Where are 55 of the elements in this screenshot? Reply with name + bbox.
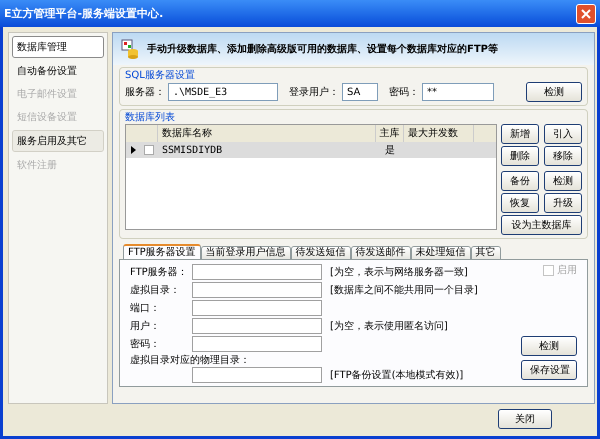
input-field[interactable] [192, 300, 322, 316]
tab[interactable]: 待发送短信 [290, 246, 351, 259]
field-label: 服务器： [125, 86, 165, 98]
input-field[interactable] [192, 336, 322, 352]
header-text: 手动升级数据库、添加删除高级版可用的数据库、设置每个数据库对应的FTP等 [147, 42, 498, 56]
list-button[interactable]: 引入 [544, 124, 582, 144]
tab[interactable]: FTP服务器设置 [123, 244, 201, 259]
group-title: 数据库列表 [125, 112, 175, 123]
group-title: SQL服务器设置 [125, 70, 195, 81]
tab[interactable]: 待发送邮件 [350, 246, 411, 259]
input-field[interactable] [192, 367, 322, 383]
password-field[interactable]: ** [422, 83, 494, 101]
ftp-button[interactable]: 检测 [521, 336, 577, 356]
sidebar-item[interactable]: 自动备份设置 [12, 61, 104, 81]
set-main-button[interactable]: 设为主数据库 [501, 215, 582, 235]
tab[interactable]: 其它 [470, 246, 501, 259]
window-title: E立方管理平台-服务端设置中心. [4, 7, 164, 20]
list-button[interactable]: 新增 [501, 124, 539, 144]
sidebar-item[interactable]: 数据库管理 [12, 36, 104, 58]
list-button[interactable]: 移除 [544, 146, 582, 166]
list-button[interactable]: 删除 [501, 146, 539, 166]
field-label: 虚拟目录： [130, 284, 181, 296]
database-icon [121, 39, 139, 59]
list-button[interactable]: 恢复 [501, 193, 539, 213]
hint-text: [为空，表示与网络服务器一致] [330, 266, 468, 278]
field-label: 密码： [130, 338, 161, 350]
row-checkbox[interactable] [144, 145, 154, 155]
user-field[interactable]: SA [342, 83, 378, 101]
row-pointer-icon [130, 146, 136, 154]
ftp-button[interactable]: 保存设置 [521, 360, 577, 380]
list-button[interactable]: 备份 [501, 171, 539, 191]
field-label: FTP服务器： [130, 266, 189, 278]
field-label: 登录用户： [289, 86, 339, 98]
hint-text: [数据库之间不能共用同一个目录] [330, 284, 478, 296]
hint-text: [为空，表示使用匿名访问] [330, 320, 448, 332]
field-label: 用户： [130, 320, 161, 332]
tab[interactable]: 未处理短信 [410, 246, 471, 259]
field-label: 虚拟目录对应的物理目录： [130, 354, 251, 367]
table-cell-text: SSMISDIYDB [161, 144, 224, 158]
tab[interactable]: 当前登录用户信息 [200, 246, 291, 259]
close-button[interactable]: 关闭 [498, 409, 552, 429]
check-button[interactable]: 检测 [526, 82, 582, 102]
list-button[interactable]: 检测 [544, 171, 582, 191]
field-label: 端口： [130, 302, 161, 314]
hint-text: [FTP备份设置(本地模式有效)] [330, 368, 464, 382]
input-field[interactable] [192, 282, 322, 298]
list-button[interactable]: 升级 [544, 193, 582, 213]
input-field[interactable] [192, 318, 322, 334]
close-icon[interactable] [576, 4, 596, 24]
input-field[interactable] [192, 264, 322, 280]
sidebar-item[interactable]: 服务启用及其它 [12, 130, 104, 152]
table-row[interactable]: SSMISDIYDB 是 [126, 142, 496, 158]
field-label: 密码： [389, 86, 419, 98]
table-cell-text: 是 [384, 144, 396, 158]
server-field[interactable]: .\MSDE_E3 [168, 83, 278, 101]
